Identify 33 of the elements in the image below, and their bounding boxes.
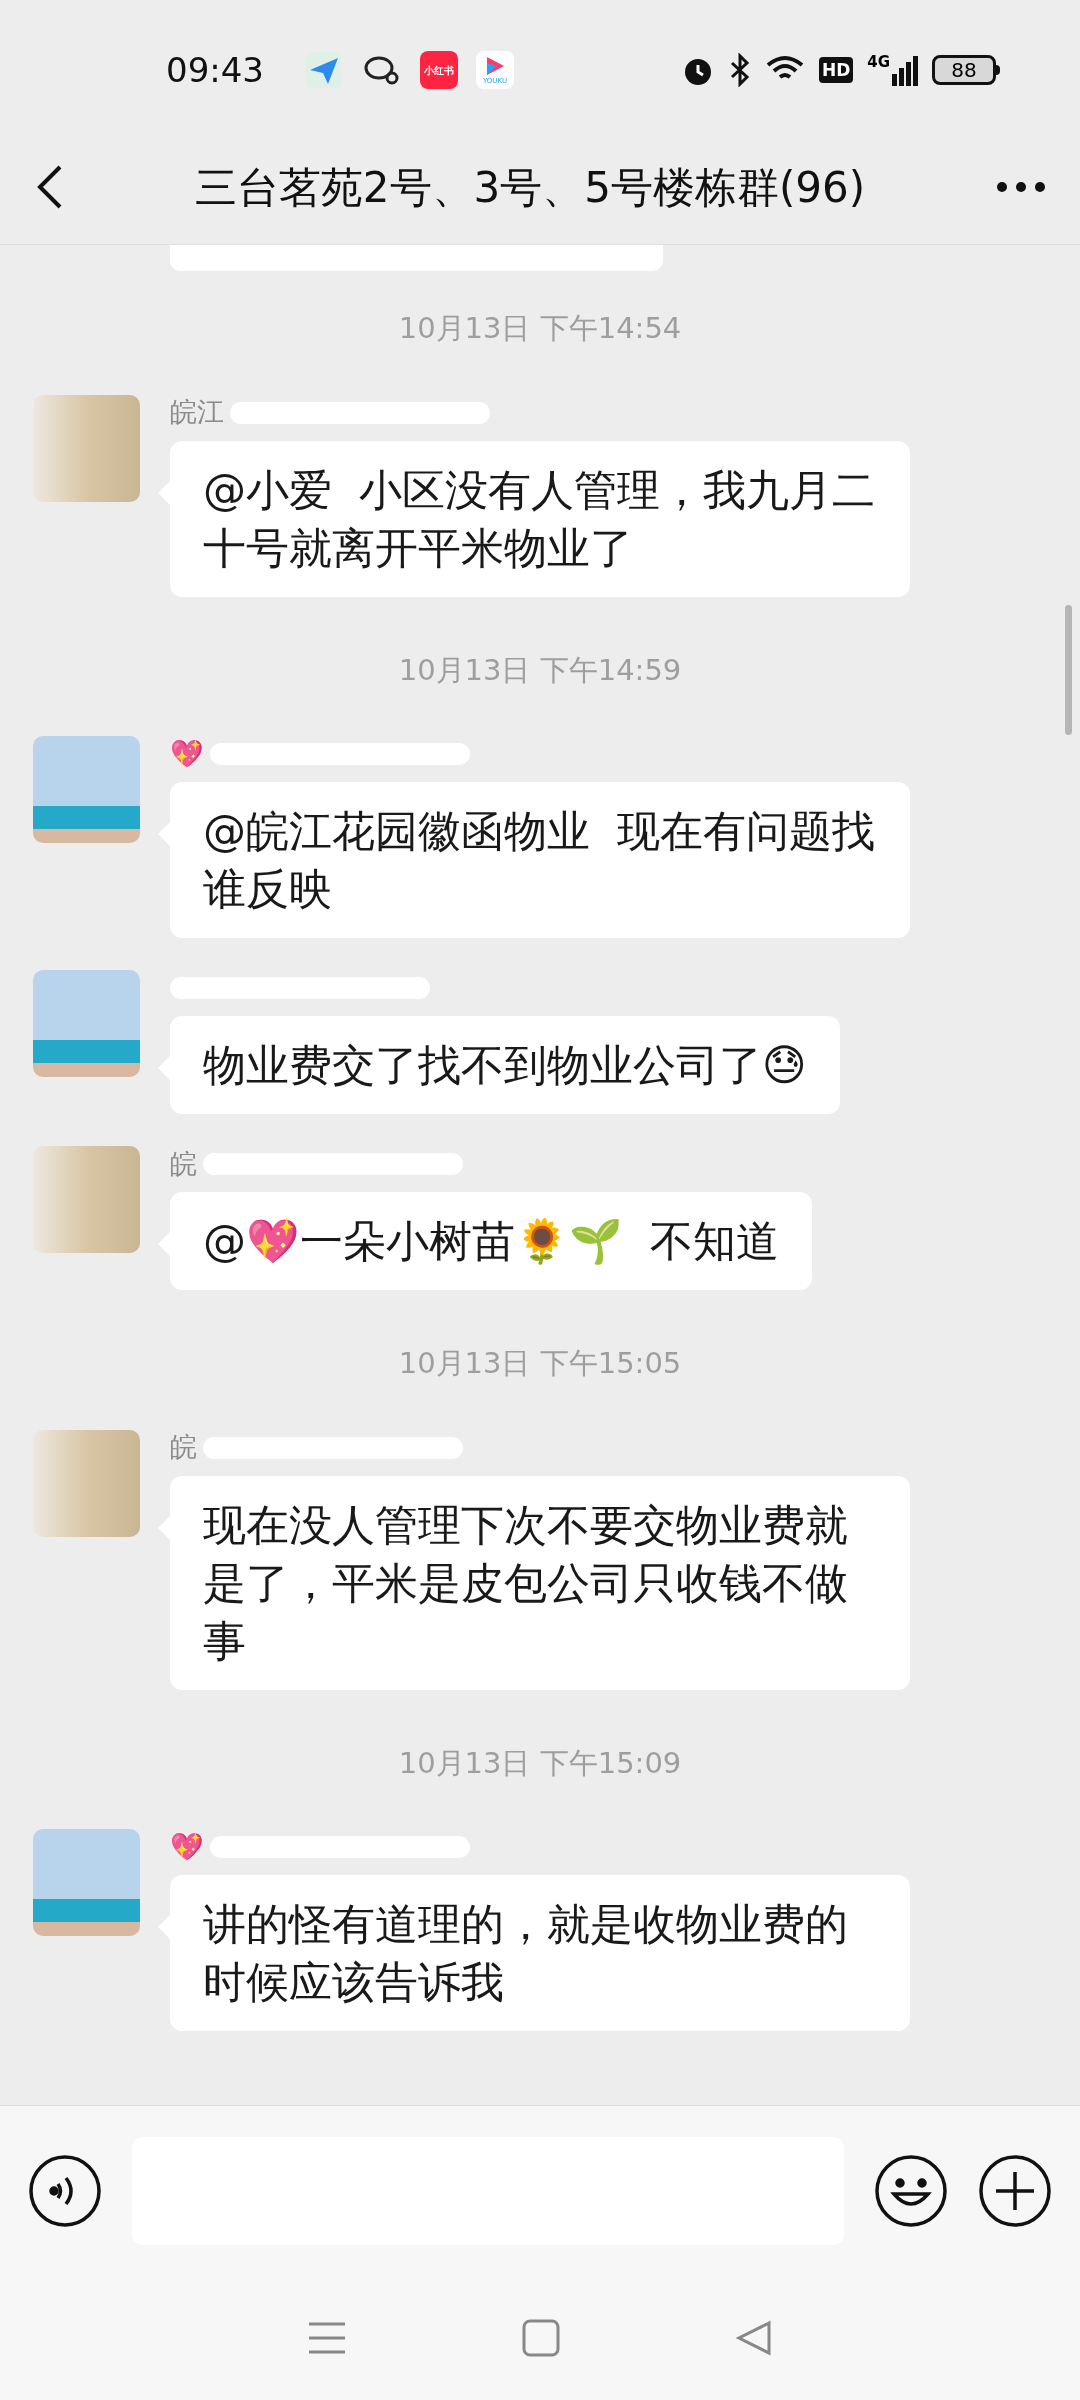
message-text: @皖江花园徽函物业 现在有问题找谁反映	[203, 806, 876, 914]
avatar-illustration[interactable]	[33, 970, 140, 1077]
hd-badge: HD	[818, 57, 854, 83]
signal-icon	[892, 54, 918, 86]
message-text: 讲的怪有道理的，就是收物业费的时候应该告诉我	[203, 1899, 848, 2007]
paper-plane-icon	[304, 50, 344, 90]
timestamp: 10月13日 下午14:54	[398, 310, 682, 347]
sender-name: 皖	[170, 1146, 197, 1181]
message-text: 现在没人管理下次不要交物业费就是了，平米是皮包公司只收钱不做事	[203, 1499, 848, 1666]
network-type: 4G	[867, 54, 890, 70]
timestamp: 10月13日 下午15:05	[398, 1345, 682, 1382]
home-icon[interactable]	[522, 2318, 560, 2357]
sender-name: 皖	[170, 1430, 197, 1465]
bluetooth-icon	[728, 53, 751, 87]
battery-icon: 88	[932, 55, 996, 85]
app-icon: 小红书	[420, 51, 458, 89]
timestamp: 10月13日 下午15:09	[398, 1744, 682, 1782]
sender-name: 皖江	[170, 395, 224, 430]
avatar-illustration[interactable]	[33, 736, 140, 843]
back-nav-icon[interactable]	[734, 2318, 773, 2357]
chat-title: 三台茗苑2号、3号、5号楼栋群(96)	[193, 161, 867, 214]
message-text: @小爱 小区没有人管理，我九月二十号就离开平米物业了	[203, 464, 876, 573]
avatar-illustration[interactable]	[33, 1829, 140, 1936]
plus-icon[interactable]	[978, 2153, 1052, 2228]
emoji-icon[interactable]	[874, 2153, 948, 2228]
message-text: @💖一朵小树苗🌻🌱 不知道	[203, 1216, 780, 1266]
sender-name: 💖	[170, 736, 204, 771]
message-text: 物业费交了找不到物业公司了😓	[203, 1040, 807, 1090]
timestamp: 10月13日 下午14:59	[398, 651, 682, 689]
more-icon[interactable]	[996, 181, 1046, 193]
voice-icon[interactable]	[28, 2153, 102, 2228]
status-time: 09:43	[166, 48, 264, 92]
sender-name: 💖	[170, 1829, 204, 1864]
